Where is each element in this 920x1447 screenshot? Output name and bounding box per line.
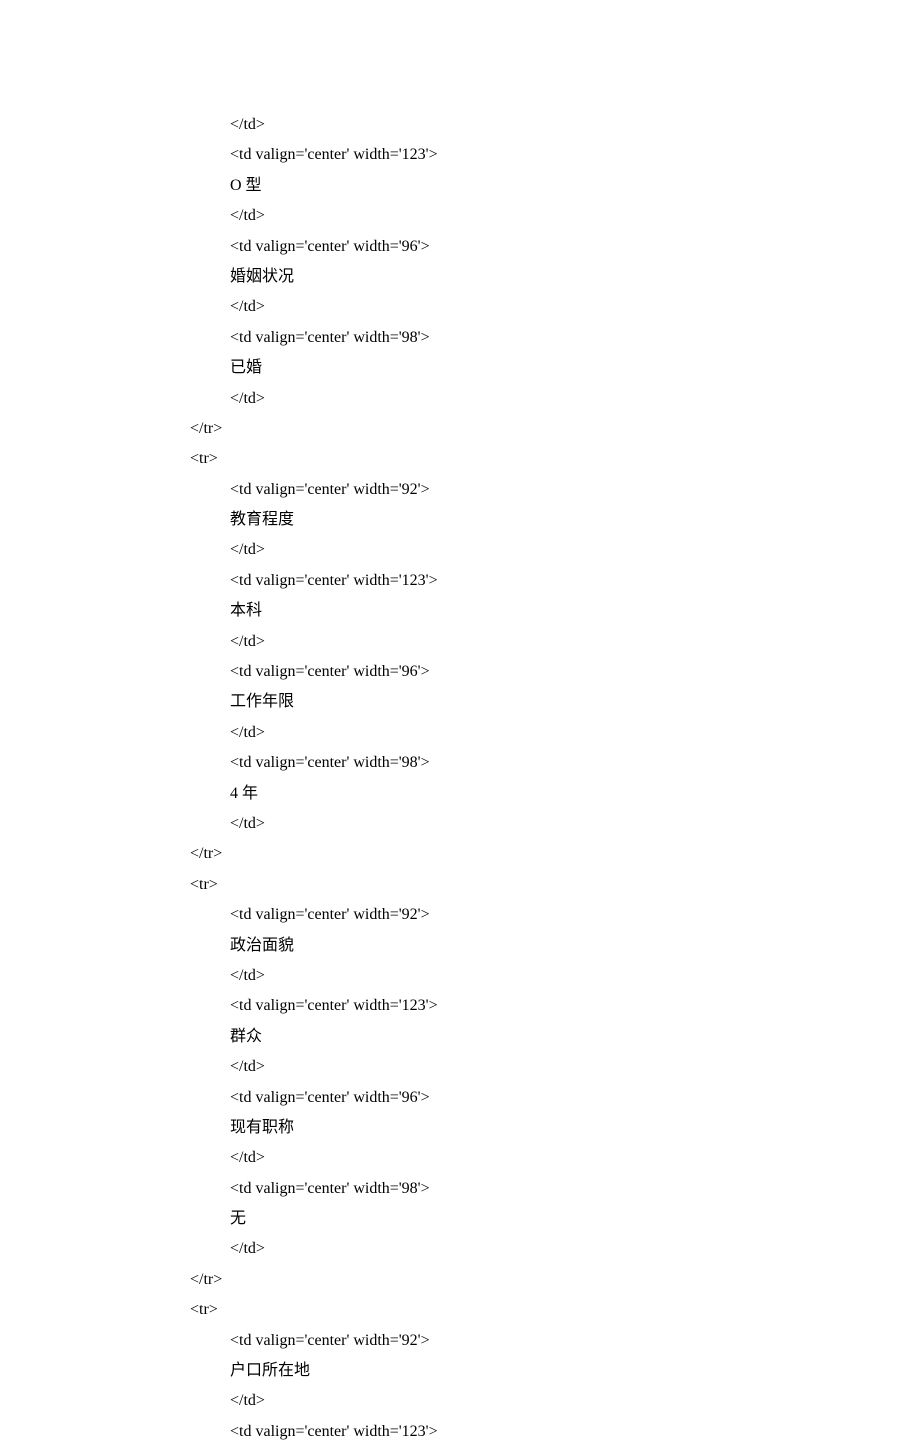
code-line: <td valign='center' width='96'> [0,1083,920,1113]
code-line: <td valign='center' width='98'> [0,323,920,353]
code-line: 4 年 [0,779,920,809]
code-line: 无 [0,1204,920,1234]
code-line: O 型 [0,171,920,201]
code-line: <td valign='center' width='92'> [0,475,920,505]
code-line: </tr> [0,1265,920,1295]
code-line: 现有职称 [0,1113,920,1143]
code-line: 户口所在地 [0,1356,920,1386]
code-line: </td> [0,961,920,991]
document-page: </td><td valign='center' width='123'>O 型… [0,0,920,1447]
code-line: <td valign='center' width='123'> [0,566,920,596]
code-line: 政治面貌 [0,931,920,961]
code-line: 教育程度 [0,505,920,535]
code-line: </td> [0,1143,920,1173]
code-line: <tr> [0,444,920,474]
code-line: <td valign='center' width='92'> [0,900,920,930]
code-line: <td valign='center' width='98'> [0,1174,920,1204]
code-line: </td> [0,201,920,231]
code-line: <td valign='center' width='123'> [0,140,920,170]
code-line: </tr> [0,414,920,444]
code-line: </td> [0,1234,920,1264]
code-line: 工作年限 [0,687,920,717]
code-line: 群众 [0,1022,920,1052]
code-line: <td valign='center' width='92'> [0,1326,920,1356]
code-line: </td> [0,809,920,839]
code-line: <td valign='center' width='123'> [0,991,920,1021]
code-line: <td valign='center' width='123'> [0,1417,920,1447]
code-line: </td> [0,627,920,657]
code-line: </tr> [0,839,920,869]
code-line: 婚姻状况 [0,262,920,292]
code-line: </td> [0,1386,920,1416]
code-line: <tr> [0,1295,920,1325]
code-line: </td> [0,292,920,322]
code-line: 本科 [0,596,920,626]
code-line: </td> [0,384,920,414]
code-line: <td valign='center' width='96'> [0,232,920,262]
code-line: <td valign='center' width='98'> [0,748,920,778]
code-line: <td valign='center' width='96'> [0,657,920,687]
code-line: 已婚 [0,353,920,383]
code-line: </td> [0,110,920,140]
code-line: <tr> [0,870,920,900]
code-line: </td> [0,718,920,748]
code-line: </td> [0,535,920,565]
code-line: </td> [0,1052,920,1082]
